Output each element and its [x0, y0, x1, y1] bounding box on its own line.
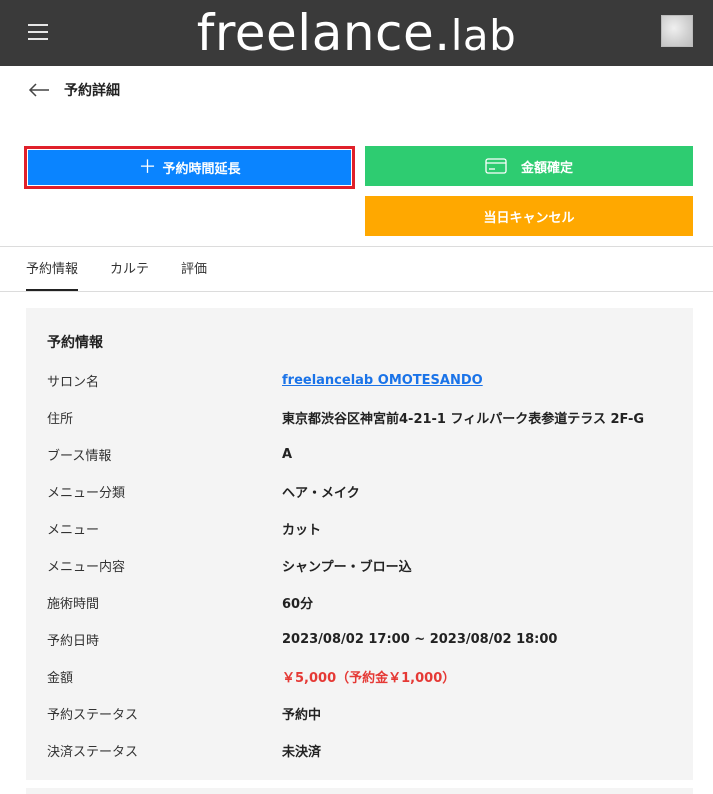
info-row-amount: 金額 ￥5,000（予約金￥1,000） [47, 666, 677, 686]
info-label: 金額 [47, 670, 74, 686]
extend-time-button[interactable]: ＋ 予約時間延長 [28, 150, 351, 185]
info-value: カット [282, 522, 322, 538]
info-value: ヘア・メイク [282, 485, 360, 501]
page-title: 予約詳細 [64, 83, 120, 99]
tab-review[interactable]: 評価 [181, 258, 207, 291]
info-value: 2023/08/02 17:00 ~ 2023/08/02 18:00 [282, 631, 558, 647]
info-row-datetime: 予約日時 2023/08/02 17:00 ~ 2023/08/02 18:00 [47, 629, 677, 649]
avatar[interactable] [661, 15, 693, 47]
status-value: 未決済 [282, 744, 322, 760]
info-label: メニュー分類 [47, 485, 126, 501]
info-value: シャンプー・ブロー込 [282, 559, 412, 575]
salon-link[interactable]: freelancelab OMOTESANDO [282, 373, 483, 388]
info-label: 予約ステータス [47, 707, 139, 723]
info-row-salon: サロン名 freelancelab OMOTESANDO [47, 370, 677, 390]
info-value: A [282, 446, 293, 462]
info-value: 東京都渋谷区神宮前4-21-1 フィルパーク表参道テラス 2F-G [282, 411, 645, 427]
status-value: 予約中 [282, 707, 322, 723]
info-label: 施術時間 [47, 596, 100, 612]
divider [0, 246, 713, 247]
tab-karte[interactable]: カルテ [110, 258, 149, 291]
info-value: 60分 [282, 596, 314, 612]
same-day-cancel-button[interactable]: 当日キャンセル [365, 196, 693, 236]
page-header: 予約詳細 [28, 78, 120, 102]
logo: freelance.lab [196, 4, 517, 62]
info-row-menu-category: メニュー分類 ヘア・メイク [47, 481, 677, 501]
arrow-left-icon[interactable] [28, 83, 50, 97]
plus-icon: ＋ [138, 156, 157, 178]
info-row-address: 住所 東京都渋谷区神宮前4-21-1 フィルパーク表参道テラス 2F-G [47, 407, 677, 427]
confirm-amount-label: 金額確定 [520, 160, 573, 176]
info-label: 予約日時 [47, 633, 100, 649]
panel-title: 予約情報 [47, 335, 103, 351]
tab-divider [0, 291, 713, 292]
tab-bar: 予約情報 カルテ 評価 [26, 258, 239, 291]
card-icon [485, 158, 507, 174]
info-row-menu: メニュー カット [47, 518, 677, 538]
info-label: ブース情報 [47, 448, 112, 464]
info-label: 住所 [47, 411, 74, 427]
info-label: メニュー [47, 522, 100, 538]
info-row-menu-detail: メニュー内容 シャンプー・ブロー込 [47, 555, 677, 575]
info-row-payment-status: 決済ステータス 未決済 [47, 740, 677, 760]
info-row-duration: 施術時間 60分 [47, 592, 677, 612]
price-value: ￥5,000（予約金￥1,000） [282, 670, 456, 686]
tab-reservation-info[interactable]: 予約情報 [26, 258, 79, 291]
info-row-reservation-status: 予約ステータス 予約中 [47, 703, 677, 723]
info-label: 決済ステータス [47, 744, 139, 760]
confirm-amount-button[interactable]: 金額確定 [365, 146, 693, 186]
info-label: メニュー内容 [47, 559, 126, 575]
reservation-info-panel: 予約情報 サロン名 freelancelab OMOTESANDO 住所 東京都… [26, 308, 693, 780]
extend-button-highlight: ＋ 予約時間延長 [24, 146, 355, 189]
extend-time-label: 予約時間延長 [162, 162, 241, 177]
next-panel-edge [26, 788, 693, 794]
same-day-cancel-label: 当日キャンセル [483, 210, 575, 226]
top-bar: freelance.lab [0, 0, 713, 66]
info-label: サロン名 [47, 374, 100, 390]
info-row-booth: ブース情報 A [47, 444, 677, 464]
